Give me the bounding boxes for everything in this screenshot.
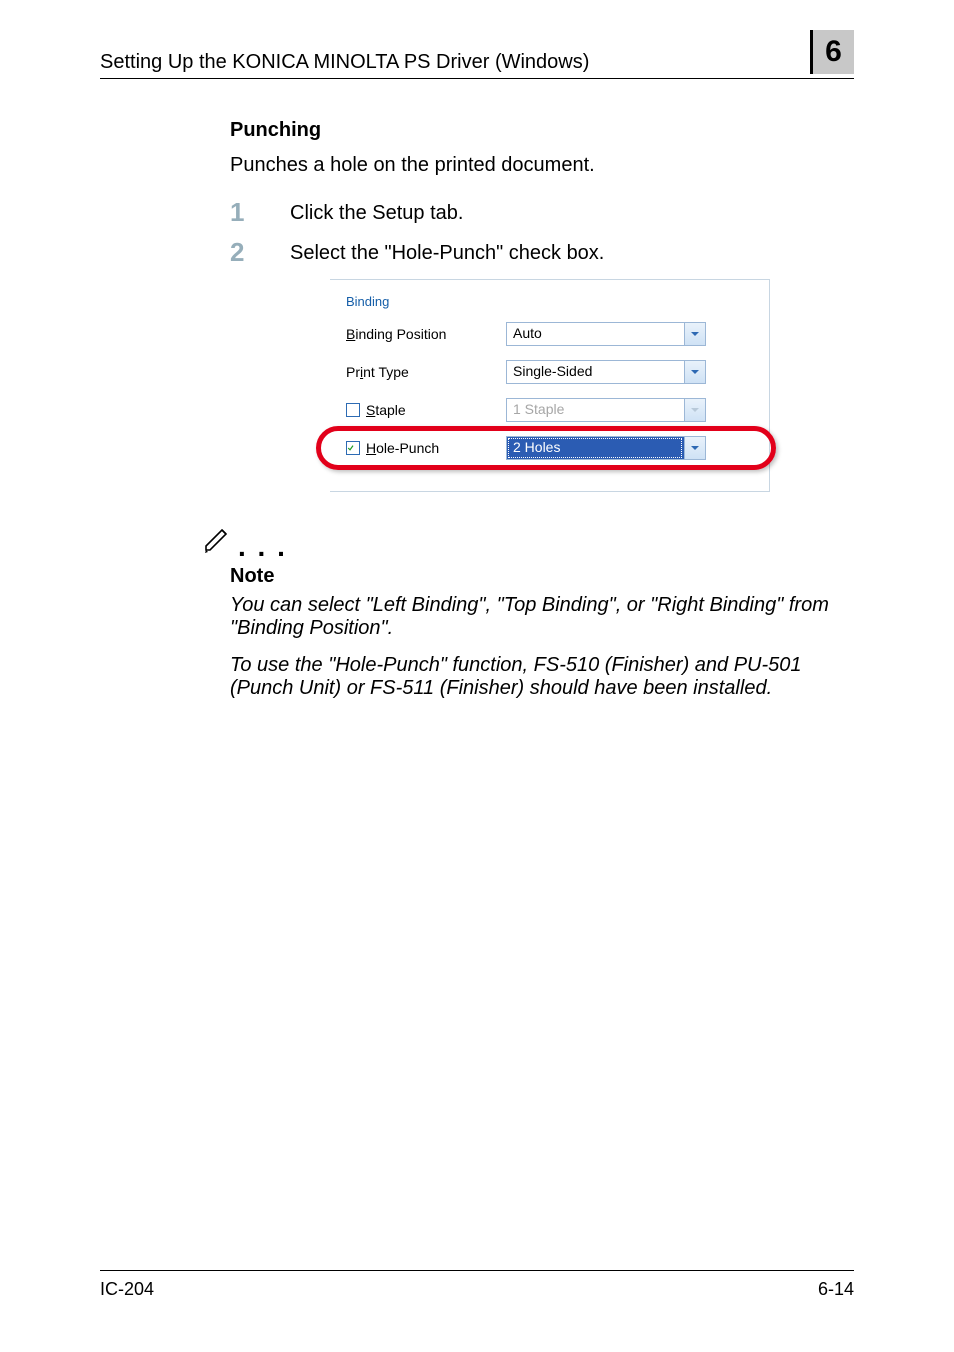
hole-punch-value: 2 Holes	[506, 436, 684, 460]
chevron-down-icon	[684, 436, 706, 460]
content: Punching Punches a hole on the printed d…	[100, 79, 854, 700]
pencil-note-icon	[200, 522, 234, 561]
binding-position-select[interactable]: Auto	[506, 322, 706, 346]
binding-group: Binding Binding Position Auto Print T	[330, 279, 770, 492]
hole-punch-select[interactable]: 2 Holes	[506, 436, 706, 460]
print-type-value: Single-Sided	[506, 360, 684, 384]
step-1-number: 1	[230, 199, 254, 225]
chevron-down-icon	[684, 398, 706, 422]
section-heading: Punching	[230, 119, 854, 142]
footer-right: 6-14	[818, 1279, 854, 1300]
staple-row: Staple 1 Staple	[346, 395, 753, 425]
page: Setting Up the KONICA MINOLTA PS Driver …	[0, 0, 954, 1352]
chevron-down-icon	[684, 322, 706, 346]
section-intro: Punches a hole on the printed document.	[230, 154, 854, 177]
staple-checkbox[interactable]	[346, 403, 360, 417]
binding-position-label: Binding Position	[346, 326, 506, 342]
hole-punch-checkbox[interactable]	[346, 441, 360, 455]
binding-position-row: Binding Position Auto	[346, 319, 753, 349]
note-paragraph-2: To use the "Hole-Punch" function, FS-510…	[230, 654, 854, 700]
step-2: 2 Select the "Hole-Punch" check box.	[230, 239, 854, 265]
binding-position-value: Auto	[506, 322, 684, 346]
note-heading: Note	[230, 565, 854, 588]
hole-punch-row: Hole-Punch 2 Holes	[346, 433, 753, 463]
staple-label[interactable]: Staple	[346, 402, 506, 418]
footer-left: IC-204	[100, 1279, 154, 1300]
screenshot: Binding Binding Position Auto Print T	[330, 279, 854, 492]
step-1: 1 Click the Setup tab.	[230, 199, 854, 225]
note-paragraph-1: You can select "Left Binding", "Top Bind…	[230, 594, 854, 640]
page-header: Setting Up the KONICA MINOLTA PS Driver …	[100, 30, 854, 79]
chevron-down-icon	[684, 360, 706, 384]
staple-select: 1 Staple	[506, 398, 706, 422]
hole-punch-label[interactable]: Hole-Punch	[346, 440, 506, 456]
page-footer: IC-204 6-14	[100, 1270, 854, 1300]
header-title: Setting Up the KONICA MINOLTA PS Driver …	[100, 51, 589, 74]
step-2-text: Select the "Hole-Punch" check box.	[290, 239, 604, 265]
step-2-number: 2	[230, 239, 254, 265]
step-1-text: Click the Setup tab.	[290, 199, 463, 225]
chapter-badge: 6	[810, 30, 854, 74]
ellipsis-icon: . . .	[238, 533, 287, 561]
print-type-label: Print Type	[346, 364, 506, 380]
binding-group-label: Binding	[346, 294, 753, 309]
note: . . . Note You can select "Left Binding"…	[200, 522, 854, 700]
note-icon-row: . . .	[200, 522, 854, 561]
staple-value: 1 Staple	[506, 398, 684, 422]
print-type-row: Print Type Single-Sided	[346, 357, 753, 387]
print-type-select[interactable]: Single-Sided	[506, 360, 706, 384]
